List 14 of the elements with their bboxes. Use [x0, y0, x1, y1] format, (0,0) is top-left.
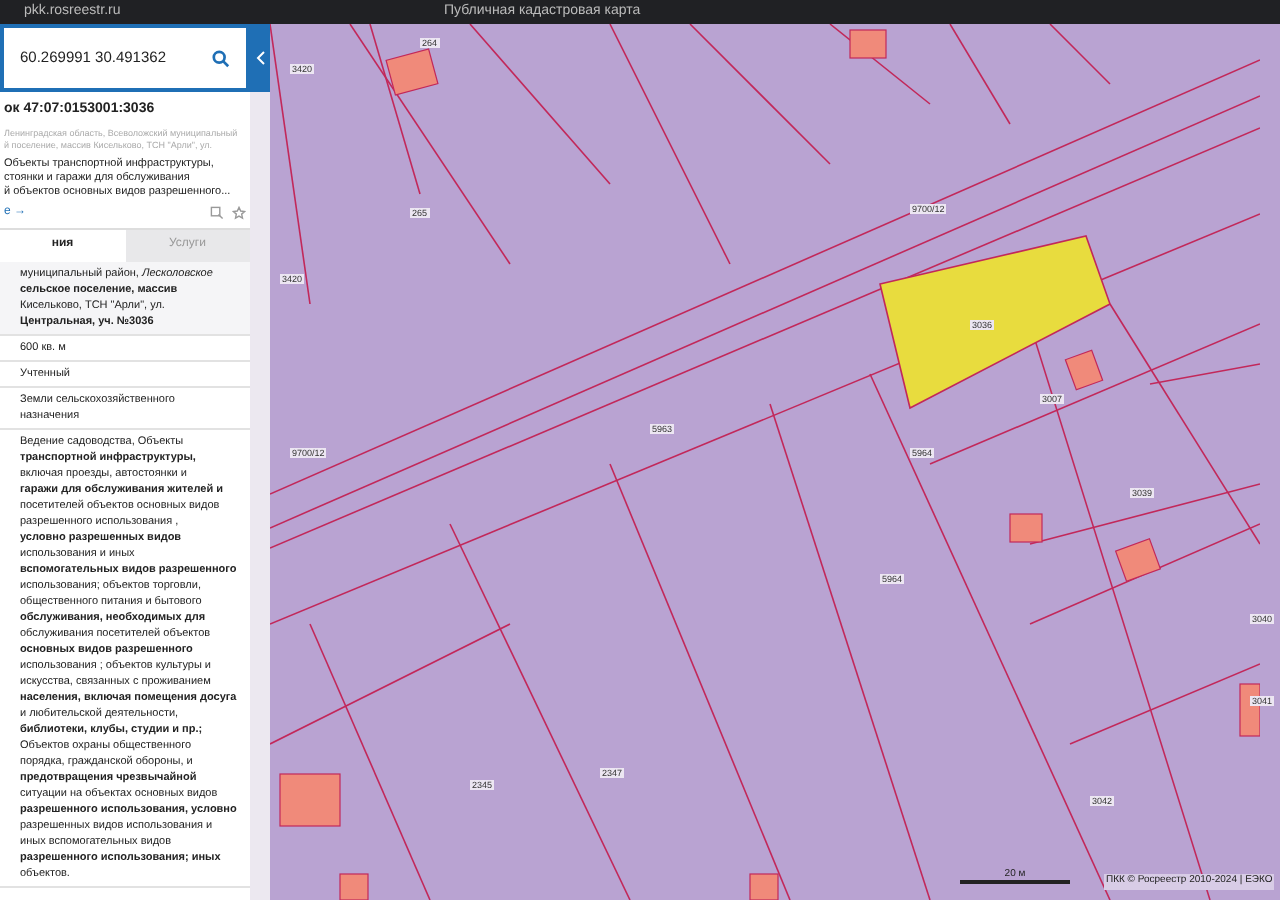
- building: [279, 773, 341, 827]
- building: [1064, 349, 1104, 391]
- building: [385, 48, 439, 96]
- building: [339, 873, 369, 900]
- scale-bar: [960, 880, 1070, 884]
- building: [749, 873, 779, 900]
- search-icon[interactable]: [212, 49, 230, 67]
- zoom-icon[interactable]: [210, 205, 224, 219]
- building: [849, 29, 887, 59]
- star-icon[interactable]: [232, 205, 246, 219]
- selected-parcel[interactable]: [879, 235, 1111, 410]
- collapse-button[interactable]: [250, 24, 270, 92]
- chevron-left-icon: [255, 50, 265, 66]
- building: [1009, 513, 1043, 543]
